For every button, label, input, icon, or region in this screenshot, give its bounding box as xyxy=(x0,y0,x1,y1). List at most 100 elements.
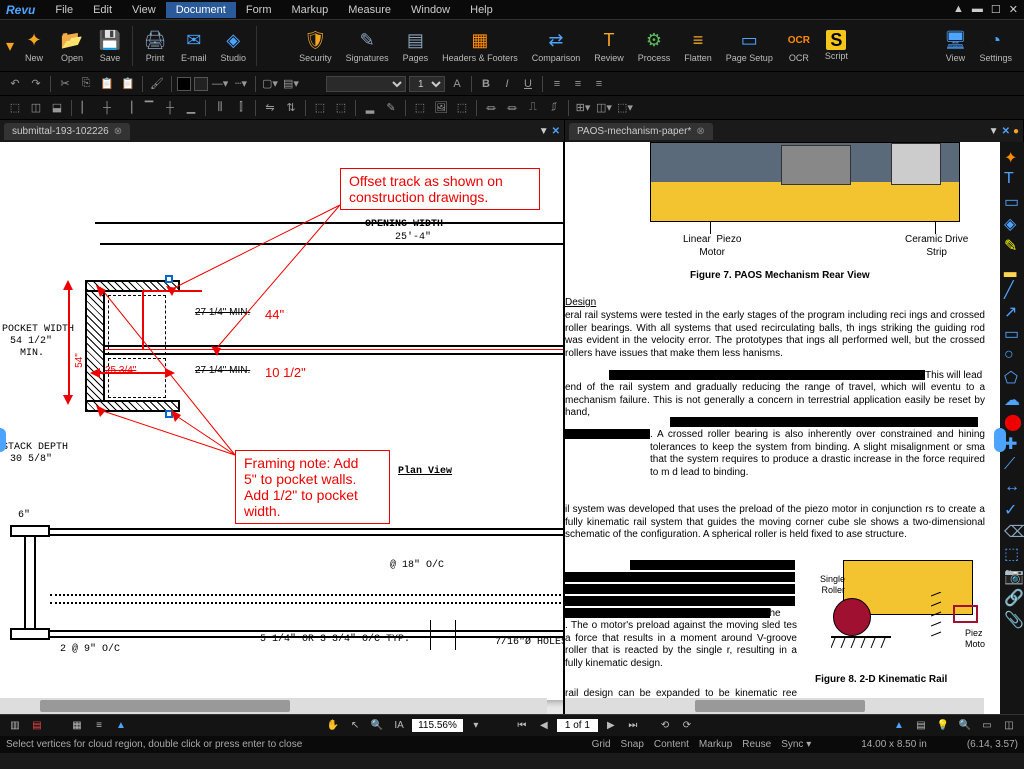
pen-tool-icon[interactable]: ✎ xyxy=(1004,236,1020,252)
page-indicator[interactable]: 1 of 1 xyxy=(557,719,598,732)
window-close-icon[interactable]: ✕ xyxy=(1009,3,1018,16)
snap-dropdown[interactable]: ⊞▾ xyxy=(574,99,592,117)
text-tool-icon[interactable]: T xyxy=(1004,170,1020,186)
callout-tool-icon[interactable]: ◈ xyxy=(1004,214,1020,230)
prev-page-icon[interactable]: ◀ xyxy=(535,717,553,735)
marker-star-icon[interactable]: ✦ xyxy=(1004,148,1020,164)
bold-icon[interactable]: B xyxy=(477,75,495,93)
align-bottom-edges-icon[interactable]: ▁ xyxy=(182,99,200,117)
zoom-dropdown-icon[interactable]: ▾ xyxy=(467,717,485,735)
menu-measure[interactable]: Measure xyxy=(338,2,401,18)
search-panel-icon[interactable]: 🔍 xyxy=(956,717,974,735)
markup-callout-offset-track[interactable]: Offset track as shown on construction dr… xyxy=(340,168,540,210)
fill-opacity-dropdown[interactable]: ▢▾ xyxy=(261,75,279,93)
ribbon-settings[interactable]: ◔Settings xyxy=(973,26,1018,65)
panel-handle-icon[interactable]: ▲ xyxy=(890,717,908,735)
distribute-h-icon[interactable]: ⫼ xyxy=(211,99,229,117)
distribute-v-icon[interactable]: ⫿ xyxy=(232,99,250,117)
menu-file[interactable]: File xyxy=(45,2,83,18)
ribbon-new[interactable]: ✦New xyxy=(16,26,52,65)
count-tool-icon[interactable]: ✓ xyxy=(1004,500,1020,516)
hatch-dropdown[interactable]: ▤▾ xyxy=(282,75,300,93)
polyline-tool-icon[interactable]: ⟋ xyxy=(1004,456,1020,472)
fill-color-swatch[interactable] xyxy=(194,77,208,91)
align-right-icon[interactable]: ≡ xyxy=(590,75,608,93)
prev-view-icon[interactable]: ⟲ xyxy=(656,717,674,735)
text-select-icon[interactable]: IΑ xyxy=(390,717,408,735)
clipboard-icon[interactable]: 📋 xyxy=(119,75,137,93)
left-document-pane[interactable]: OPENING WIDTH 25'-4" POCKET WIDTH 54 1/2… xyxy=(0,142,565,714)
left-panel-handle[interactable] xyxy=(0,428,6,452)
ungroup-icon[interactable]: ⬚ xyxy=(332,99,350,117)
cloud-tool-icon[interactable]: ☁ xyxy=(1004,390,1020,406)
rectangle-tool-icon[interactable]: ▭ xyxy=(1004,324,1020,340)
status-grid[interactable]: Grid xyxy=(592,739,611,750)
stamp-icon[interactable]: ⬚ xyxy=(411,99,429,117)
measure-dropdown[interactable]: ◫▾ xyxy=(595,99,613,117)
right-document-pane[interactable]: Linear Piezo Motor Ceramic Drive Strip F… xyxy=(565,142,1000,714)
ribbon-page-setup[interactable]: ▭Page Setup xyxy=(720,26,779,65)
markup-54[interactable]: 54" xyxy=(74,353,85,368)
tab-close-pane-icon[interactable]: ✕ xyxy=(552,126,560,137)
tab-close-pane-icon[interactable]: ✕ xyxy=(1002,126,1010,137)
split-h-icon[interactable]: ▤ xyxy=(28,717,46,735)
tab-close-icon[interactable]: ⊗ xyxy=(696,126,704,137)
layers-icon[interactable]: ◫ xyxy=(1000,717,1018,735)
ribbon-comparison[interactable]: ⇄Comparison xyxy=(526,26,587,65)
highlight-tool-icon[interactable]: ▂ xyxy=(1004,258,1020,274)
align-left-edges-icon[interactable]: ▏ xyxy=(77,99,95,117)
next-view-icon[interactable]: ⟳ xyxy=(678,717,696,735)
ribbon-review[interactable]: TReview xyxy=(588,26,630,65)
status-reuse[interactable]: Reuse xyxy=(742,739,771,750)
align-center-v-icon[interactable]: ┼ xyxy=(161,99,179,117)
tab-close-icon[interactable]: ⊗ xyxy=(114,126,122,137)
lightbulb-icon[interactable]: 💡 xyxy=(934,717,952,735)
left-scrollbar[interactable] xyxy=(0,698,547,714)
underline-icon[interactable]: U xyxy=(519,75,537,93)
panel-handle-icon[interactable]: ▲ xyxy=(112,717,130,735)
markups-list-icon[interactable]: ▤ xyxy=(912,717,930,735)
tab-new-icon[interactable]: ● xyxy=(1013,126,1019,137)
window-minimize-icon[interactable]: ▬ xyxy=(972,3,983,16)
last-page-icon[interactable]: ⏭ xyxy=(624,717,642,735)
pan-tool-icon[interactable]: ✋ xyxy=(324,717,342,735)
line-tool-icon[interactable]: ╱ xyxy=(1004,280,1020,296)
sketch-icon[interactable]: ⬚ xyxy=(453,99,471,117)
electrical-icon-1[interactable]: ⏛ xyxy=(482,99,500,117)
status-markup[interactable]: Markup xyxy=(699,739,732,750)
menu-help[interactable]: Help xyxy=(460,2,503,18)
right-panel-handle[interactable] xyxy=(994,428,1006,452)
italic-icon[interactable]: I xyxy=(498,75,516,93)
attach-tool-icon[interactable]: 📎 xyxy=(1004,610,1020,626)
ribbon-process[interactable]: ⚙Process xyxy=(632,26,677,65)
align-top-edges-icon[interactable]: ▔ xyxy=(140,99,158,117)
window-up-icon[interactable]: ▲ xyxy=(953,3,964,16)
menu-document[interactable]: Document xyxy=(166,2,236,18)
electrical-icon-2[interactable]: ⏛ xyxy=(503,99,521,117)
pen-icon[interactable]: ✎ xyxy=(382,99,400,117)
stamp-tool-icon[interactable]: ⬤ xyxy=(1004,412,1020,428)
markup-10-5[interactable]: 10 1/2" xyxy=(265,365,306,380)
ribbon-email[interactable]: ✉E-mail xyxy=(175,26,213,65)
align-tool-1[interactable]: ⬚ xyxy=(6,99,24,117)
ribbon-script[interactable]: SScript xyxy=(819,28,854,63)
cut-icon[interactable]: ✂ xyxy=(56,75,74,93)
window-maximize-icon[interactable]: ☐ xyxy=(991,3,1001,16)
font-color-icon[interactable]: A xyxy=(448,75,466,93)
ribbon-flatten[interactable]: ≡Flatten xyxy=(678,26,718,65)
image-tool-icon[interactable]: ✚ xyxy=(1004,434,1020,450)
flip-h-icon[interactable]: ⇋ xyxy=(261,99,279,117)
electrical-icon-4[interactable]: ⎎ xyxy=(545,99,563,117)
thumbnails-icon[interactable]: ▦ xyxy=(68,717,86,735)
menu-markup[interactable]: Markup xyxy=(282,2,339,18)
electrical-icon-3[interactable]: ⎍ xyxy=(524,99,542,117)
first-page-icon[interactable]: ⏮ xyxy=(513,717,531,735)
split-unsplit-icon[interactable]: ▥ xyxy=(6,717,24,735)
menu-window[interactable]: Window xyxy=(401,2,460,18)
tab-paos[interactable]: PAOS-mechanism-paper* ⊗ xyxy=(569,123,713,140)
markup-25-34[interactable]: 25 3/4" xyxy=(105,365,136,376)
dimension-tool-icon[interactable]: ↔ xyxy=(1004,478,1020,494)
font-dropdown[interactable] xyxy=(326,76,406,92)
font-size-dropdown[interactable]: 12 xyxy=(409,76,445,92)
ribbon-security[interactable]: 🛡Security xyxy=(293,26,338,65)
